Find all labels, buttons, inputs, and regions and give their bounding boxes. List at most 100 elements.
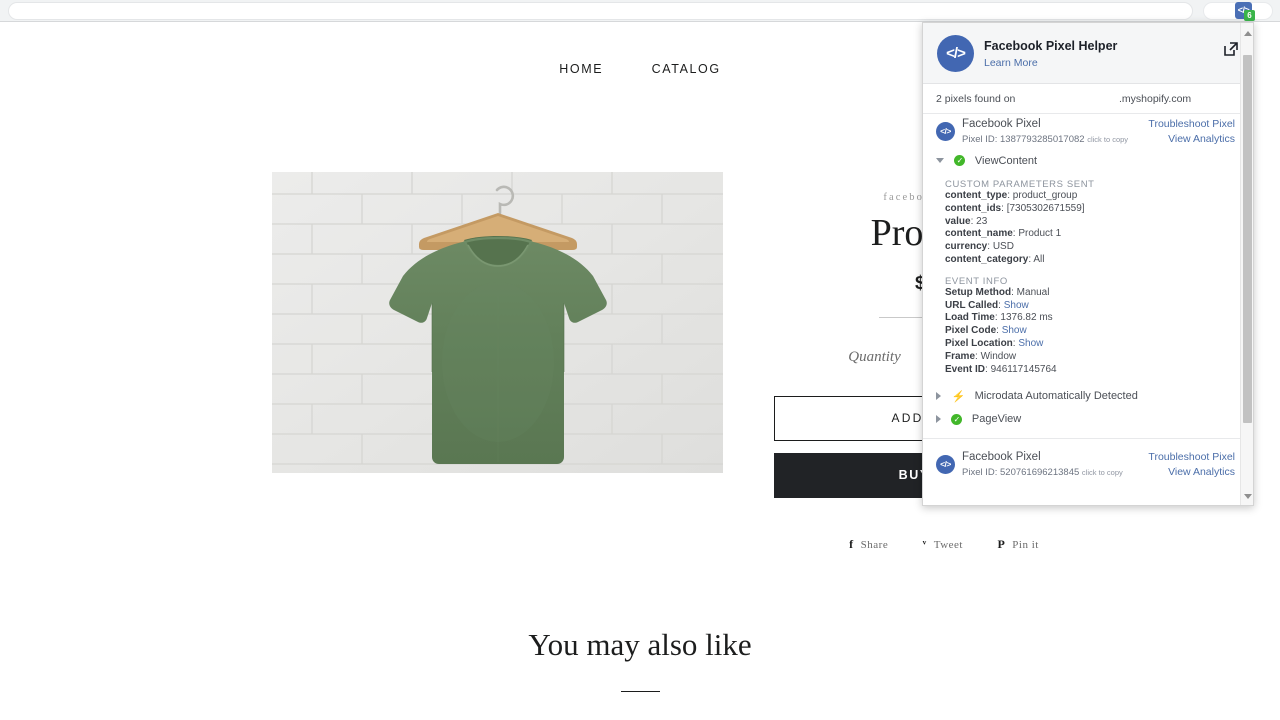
info-key: Event ID xyxy=(945,363,986,375)
param-value: product_group xyxy=(1012,190,1078,201)
event-row-viewcontent[interactable]: ✓ ViewContent xyxy=(923,152,1253,170)
pixel-header: </> Facebook Pixel Pixel ID: 52076169621… xyxy=(923,447,1253,485)
custom-parameters-list: content_type: product_group content_ids:… xyxy=(923,190,1253,267)
click-to-copy-hint: click to copy xyxy=(1087,135,1129,144)
pixel-id[interactable]: Pixel ID: 520761696213845 click to copy xyxy=(962,467,1123,478)
share-twitter-label: Tweet xyxy=(933,539,963,551)
pixel-name: Facebook Pixel xyxy=(962,451,1041,464)
info-key: Setup Method xyxy=(945,286,1012,298)
share-pinterest[interactable]: P Pin it xyxy=(997,537,1038,552)
address-bar[interactable] xyxy=(8,2,1193,20)
scroll-down-arrow-icon[interactable] xyxy=(1244,494,1252,499)
event-row-pageview[interactable]: ✓ PageView xyxy=(923,410,1253,428)
divider xyxy=(923,438,1253,440)
param-value: Product 1 xyxy=(1018,228,1062,240)
troubleshoot-pixel-link[interactable]: Troubleshoot Pixel xyxy=(1148,451,1235,463)
quantity-label: Quantity xyxy=(848,348,901,365)
social-share-row: f Share ᵛ Tweet P Pin it xyxy=(759,535,1129,553)
info-url-called: URL Called: Show xyxy=(945,299,1029,311)
info-key: Pixel Location xyxy=(945,337,1013,349)
show-url-called-link[interactable]: Show xyxy=(1004,300,1029,311)
pixel-id[interactable]: Pixel ID: 1387793285017082 click to copy xyxy=(962,134,1128,145)
facebook-icon: f xyxy=(849,537,854,551)
related-products-heading: You may also like xyxy=(528,627,752,662)
pixel-block-2: </> Facebook Pixel Pixel ID: 52076169621… xyxy=(923,447,1253,485)
facebook-pixel-helper-logo-icon: </> xyxy=(937,35,974,72)
view-analytics-link[interactable]: View Analytics xyxy=(1168,466,1235,478)
nav-home[interactable]: HOME xyxy=(559,62,603,76)
info-key: Pixel Code xyxy=(945,325,997,337)
nav-catalog[interactable]: CATALOG xyxy=(652,62,721,76)
event-info-list: Setup Method: Manual URL Called: Show Lo… xyxy=(923,287,1253,377)
share-pinterest-label: Pin it xyxy=(1012,539,1039,551)
popup-title: Facebook Pixel Helper xyxy=(984,39,1118,53)
external-link-icon[interactable] xyxy=(1223,41,1239,57)
click-to-copy-hint: click to copy xyxy=(1081,468,1123,478)
extension-badge-count: 6 xyxy=(1244,10,1255,21)
info-value: 1376.82 ms xyxy=(1000,312,1053,324)
param-value: USD xyxy=(992,241,1014,253)
param-key: content_name xyxy=(945,228,1013,240)
pixel-id-value: Pixel ID: 1387793285017082 xyxy=(962,134,1085,145)
site-domain: .myshopify.com xyxy=(1119,93,1192,105)
status-ok-icon: ✓ xyxy=(954,155,966,167)
facebook-pixel-helper-popup: </> Facebook Pixel Helper Learn More 2 p… xyxy=(922,22,1254,506)
pinterest-icon: P xyxy=(997,537,1006,551)
show-pixel-location-link[interactable]: Show xyxy=(1018,338,1043,349)
pixel-name: Facebook Pixel xyxy=(962,118,1041,130)
param-value: [7305302671559] xyxy=(1006,202,1085,214)
chevron-right-icon[interactable] xyxy=(936,392,941,401)
info-key: Load Time xyxy=(945,312,995,324)
info-key: URL Called xyxy=(945,299,999,311)
learn-more-link[interactable]: Learn More xyxy=(984,57,1038,69)
param-currency: currency: USD xyxy=(945,241,1014,253)
param-value: All xyxy=(1033,253,1045,265)
troubleshoot-pixel-link[interactable]: Troubleshoot Pixel xyxy=(1148,118,1235,130)
code-brackets-icon: </> xyxy=(936,122,955,141)
param-key: content_type xyxy=(945,190,1008,201)
info-setup-method: Setup Method: Manual xyxy=(945,286,1050,298)
popup-scrollbar[interactable] xyxy=(1240,23,1253,505)
pixel-id-value: Pixel ID: 520761696213845 xyxy=(962,467,1080,479)
event-name: PageView xyxy=(971,413,1022,426)
param-content-type: content_type: product_group xyxy=(945,190,1078,201)
browser-toolbar: </> 6 xyxy=(0,0,1280,22)
scroll-up-arrow-icon[interactable] xyxy=(1244,31,1252,36)
param-content-category: content_category: All xyxy=(945,253,1045,265)
info-load-time: Load Time: 1376.82 ms xyxy=(945,312,1053,324)
param-key: content_ids xyxy=(945,202,1002,214)
pixels-found-label: 2 pixels found on xyxy=(936,93,1016,105)
info-event-id: Event ID: 946117145764 xyxy=(945,363,1057,375)
info-value: 946117145764 xyxy=(990,363,1057,375)
custom-parameters-label: CUSTOM PARAMETERS SENT xyxy=(945,179,1095,190)
status-ok-icon: ✓ xyxy=(951,413,963,425)
event-name: Microdata Automatically Detected xyxy=(974,390,1138,403)
pixels-found-row: 2 pixels found on .myshopify.com xyxy=(923,84,1253,114)
param-content-name: content_name: Product 1 xyxy=(945,228,1062,240)
share-facebook-label: Share xyxy=(860,539,889,551)
view-analytics-link[interactable]: View Analytics xyxy=(1168,133,1235,145)
share-facebook[interactable]: f Share xyxy=(849,537,888,552)
facebook-pixel-helper-extension-button[interactable]: </> 6 xyxy=(1235,2,1255,21)
param-content-ids: content_ids: [7305302671559] xyxy=(945,202,1085,214)
divider xyxy=(620,691,660,692)
pixel-block-1: </> Facebook Pixel Pixel ID: 13877932850… xyxy=(923,114,1253,428)
product-image[interactable] xyxy=(272,172,723,473)
info-key: Frame xyxy=(945,350,976,362)
lightning-bolt-icon: ⚡ xyxy=(951,390,966,403)
param-key: value xyxy=(945,215,971,227)
info-frame: Frame: Window xyxy=(945,350,1017,362)
event-info-label: EVENT INFO xyxy=(945,275,1008,287)
show-pixel-code-link[interactable]: Show xyxy=(1002,325,1027,336)
chevron-down-icon[interactable] xyxy=(936,158,944,164)
code-brackets-icon: </> xyxy=(936,455,955,475)
share-twitter[interactable]: ᵛ Tweet xyxy=(923,537,963,552)
info-value: Window xyxy=(980,350,1017,362)
event-row-microdata[interactable]: ⚡ Microdata Automatically Detected xyxy=(923,387,1253,405)
info-pixel-code: Pixel Code: Show xyxy=(945,325,1027,337)
scrollbar-thumb[interactable] xyxy=(1243,55,1252,423)
param-value: 23 xyxy=(976,215,988,227)
chevron-right-icon[interactable] xyxy=(936,415,941,424)
info-value: Manual xyxy=(1016,286,1050,298)
popup-header: </> Facebook Pixel Helper Learn More xyxy=(923,23,1253,84)
